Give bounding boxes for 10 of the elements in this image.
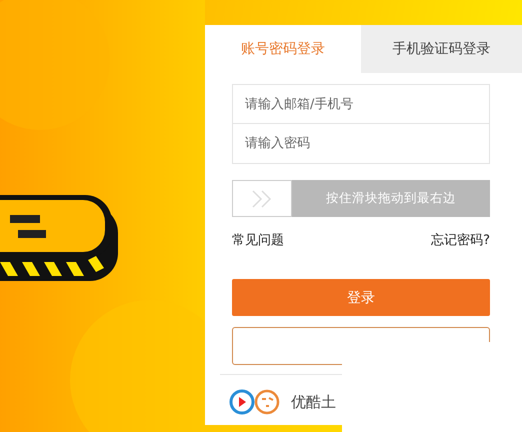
slider-hint: 按住滑块拖动到最右边 <box>326 190 456 207</box>
faq-link[interactable]: 常见问题 <box>232 231 284 249</box>
chevrons-icon <box>251 190 273 208</box>
brand-logo-icon <box>229 389 281 415</box>
input-field[interactable]: 请输入邮箱/手机号 <box>232 84 490 124</box>
brand-name: 优酷土 <box>291 392 336 412</box>
input-field[interactable]: 请输入密码 <box>232 124 490 164</box>
login-tab[interactable]: 手机验证码登录 <box>361 25 522 73</box>
slider-handle[interactable] <box>232 180 292 217</box>
forgot-password-link[interactable]: 忘记密码? <box>431 231 490 249</box>
